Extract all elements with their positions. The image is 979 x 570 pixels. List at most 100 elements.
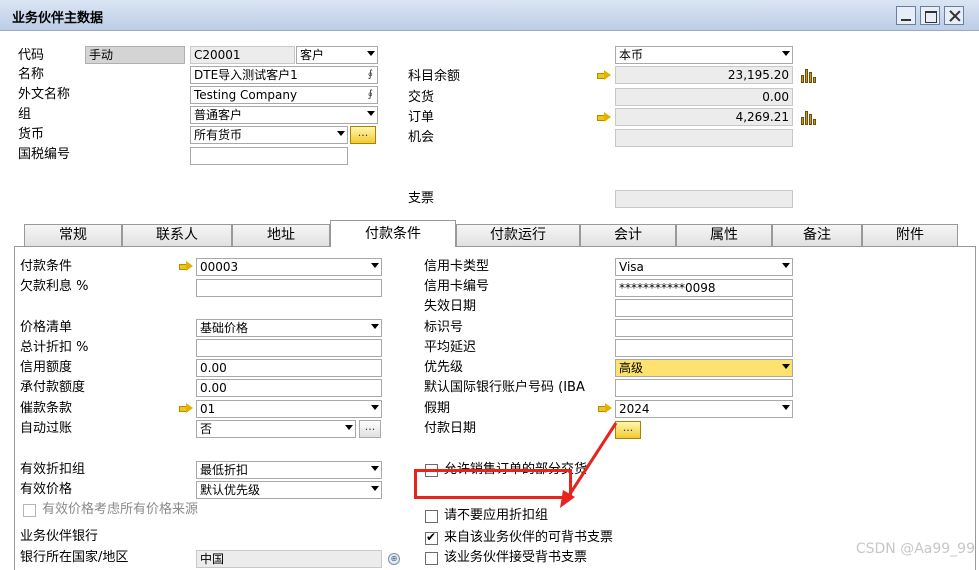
- interest-label: 欠款利息 %: [20, 279, 89, 294]
- payment-terms-link-arrow-icon[interactable]: [179, 261, 193, 271]
- name-label: 名称: [18, 67, 45, 82]
- balance-label: 科目余额: [408, 69, 461, 84]
- no-discount-group-label: 请不要应用折扣组: [444, 508, 549, 523]
- price-list-label: 价格清单: [20, 320, 73, 335]
- commitment-limit-label: 承付款额度: [20, 380, 86, 395]
- maximize-icon[interactable]: [920, 6, 940, 25]
- id-number-field[interactable]: [615, 319, 793, 337]
- minimize-icon[interactable]: [896, 6, 916, 25]
- foreign-name-label: 外文名称: [18, 87, 71, 102]
- auto-posting-select[interactable]: 否: [196, 420, 356, 438]
- total-discount-label: 总计折扣 %: [20, 340, 89, 355]
- opportunity-field: [615, 129, 793, 147]
- highlight-box: [414, 469, 572, 499]
- credit-limit-field[interactable]: 0.00: [196, 359, 382, 377]
- accept-endorsed-checkbox[interactable]: [425, 552, 438, 565]
- checks-label: 支票: [408, 191, 435, 206]
- priority-label: 优先级: [424, 360, 464, 375]
- window-titlebar: 业务伙伴主数据: [0, 0, 979, 31]
- endorsable-checks-label: 来自该业务伙伴的可背书支票: [444, 530, 614, 545]
- card-number-label: 信用卡编号: [424, 279, 490, 294]
- holidays-label: 假期: [424, 401, 451, 416]
- priority-select[interactable]: 高级: [615, 359, 793, 377]
- credit-limit-label: 信用额度: [20, 360, 73, 375]
- tax-id-label: 国税编号: [18, 147, 71, 162]
- orders-label: 订单: [408, 110, 435, 125]
- dunning-terms-label: 催款条款: [20, 401, 73, 416]
- watermark: CSDN @Aa99_99: [855, 541, 975, 557]
- effective-price-select[interactable]: 默认优先级: [196, 481, 382, 499]
- payment-terms-select[interactable]: 00003: [196, 258, 382, 276]
- card-type-label: 信用卡类型: [424, 259, 490, 274]
- endorsable-checks-checkbox[interactable]: [425, 530, 438, 545]
- currency-select[interactable]: 所有货币: [190, 126, 348, 144]
- avg-delay-field[interactable]: [615, 339, 793, 357]
- holidays-link-arrow-icon[interactable]: [598, 403, 612, 413]
- holidays-select[interactable]: 2024: [615, 400, 793, 418]
- window-title: 业务伙伴主数据: [12, 11, 104, 26]
- delivery-field: 0.00: [615, 88, 793, 106]
- bp-type-select[interactable]: 客户: [296, 46, 378, 64]
- tab-bar: 常规 联系人 地址 付款条件 付款运行 会计 属性 备注 附件: [24, 220, 972, 247]
- group-label: 组: [18, 107, 32, 122]
- consider-all-prices-checkbox[interactable]: [23, 504, 36, 517]
- balance-chart-icon[interactable]: [801, 67, 817, 83]
- tab-attachments[interactable]: 附件: [862, 224, 958, 246]
- payment-terms-label: 付款条件: [20, 259, 73, 274]
- tax-id-field[interactable]: [190, 147, 348, 165]
- balance-field: 23,195.20: [615, 66, 793, 84]
- currency-label: 货币: [18, 127, 45, 142]
- tab-general[interactable]: 常规: [24, 224, 122, 246]
- iban-field[interactable]: [615, 379, 793, 397]
- id-number-label: 标识号: [424, 320, 464, 335]
- tab-addresses[interactable]: 地址: [232, 224, 330, 246]
- accept-endorsed-label: 该业务伙伴接受背书支票: [444, 550, 588, 565]
- card-type-select[interactable]: Visa: [615, 258, 793, 276]
- no-discount-group-checkbox[interactable]: [425, 510, 438, 523]
- effective-discount-select[interactable]: 最低折扣: [196, 461, 382, 479]
- code-mode-select[interactable]: 手动: [85, 46, 185, 64]
- bank-country-label: 银行所在国家/地区: [20, 550, 129, 565]
- name-field[interactable]: DTE导入测试客户1 ∮: [190, 66, 378, 84]
- dunning-link-arrow-icon[interactable]: [179, 403, 193, 413]
- tab-properties[interactable]: 属性: [676, 224, 772, 246]
- effective-price-label: 有效价格: [20, 482, 73, 497]
- auto-posting-browse-button[interactable]: ...: [359, 420, 381, 438]
- iban-label: 默认国际银行账户号码 (IBA: [424, 380, 585, 395]
- tab-accounting[interactable]: 会计: [580, 224, 676, 246]
- opportunity-label: 机会: [408, 130, 435, 145]
- orders-field: 4,269.21: [615, 108, 793, 126]
- tab-remarks[interactable]: 备注: [772, 224, 862, 246]
- tab-payment-terms[interactable]: 付款条件: [330, 220, 456, 247]
- auto-posting-label: 自动过账: [20, 421, 73, 436]
- dunning-terms-select[interactable]: 01: [196, 400, 382, 418]
- price-list-select[interactable]: 基础价格: [196, 319, 382, 337]
- avg-delay-label: 平均延迟: [424, 340, 477, 355]
- orders-chart-icon[interactable]: [801, 109, 817, 125]
- checks-field: [615, 190, 793, 208]
- total-discount-field[interactable]: [196, 339, 382, 357]
- bank-country-field[interactable]: 中国: [196, 550, 382, 568]
- delivery-label: 交货: [408, 90, 435, 105]
- balance-link-arrow-icon[interactable]: [597, 70, 611, 80]
- currency-browse-button[interactable]: ...: [350, 126, 376, 144]
- payment-dates-label: 付款日期: [424, 421, 477, 436]
- effective-discount-label: 有效折扣组: [20, 462, 86, 477]
- expiry-field[interactable]: [615, 299, 793, 317]
- code-field[interactable]: C20001: [190, 46, 295, 64]
- card-number-field[interactable]: ***********0098: [615, 279, 793, 297]
- tab-contacts[interactable]: 联系人: [122, 224, 232, 246]
- interest-field[interactable]: [196, 279, 382, 297]
- consider-all-prices-label: 有效价格考虑所有价格来源: [42, 502, 199, 517]
- foreign-name-field[interactable]: Testing Company ∮: [190, 86, 378, 104]
- tab-payment-run[interactable]: 付款运行: [456, 224, 580, 246]
- commitment-limit-field[interactable]: 0.00: [196, 379, 382, 397]
- orders-link-arrow-icon[interactable]: [597, 112, 611, 122]
- country-lookup-icon[interactable]: ⊕: [388, 553, 400, 565]
- display-currency-select[interactable]: 本币: [615, 46, 793, 64]
- group-select[interactable]: 普通客户: [190, 106, 378, 124]
- payment-dates-button[interactable]: ...: [615, 421, 641, 439]
- expiry-label: 失效日期: [424, 299, 477, 314]
- close-icon[interactable]: [944, 6, 964, 25]
- bp-bank-section-label: 业务伙伴银行: [20, 529, 99, 544]
